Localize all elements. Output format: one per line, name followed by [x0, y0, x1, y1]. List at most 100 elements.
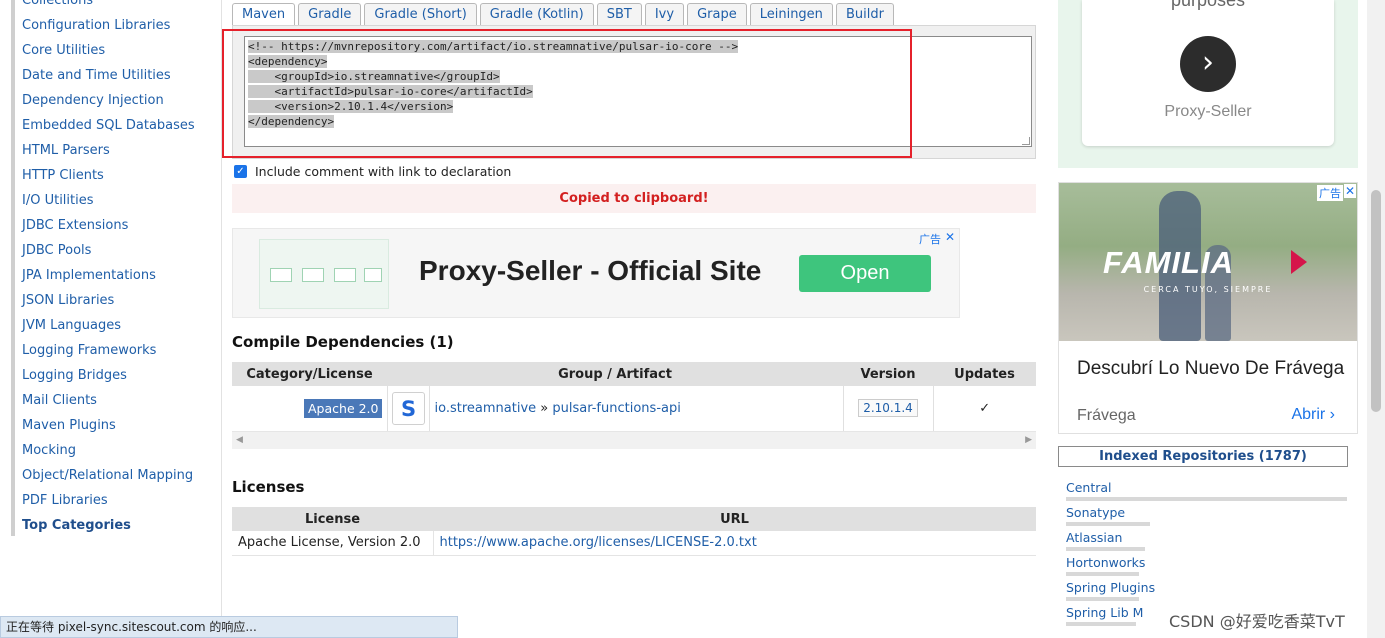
ad-cta-button[interactable]: Abrir ›: [1291, 406, 1335, 424]
sidebar-item-core-utilities[interactable]: Core Utilities: [22, 38, 195, 63]
tab-sbt[interactable]: SBT: [596, 3, 642, 26]
version-link[interactable]: 2.10.1.4: [858, 399, 918, 418]
sidebar-item-logging-frameworks[interactable]: Logging Frameworks: [22, 338, 195, 363]
repo-share-bar: [1066, 522, 1150, 526]
license-name-cell: Apache License, Version 2.0: [232, 531, 434, 556]
repo-share-bar: [1066, 597, 1139, 601]
repo-name[interactable]: Atlassian: [1066, 530, 1122, 545]
ad-title[interactable]: Descubrí Lo Nuevo De Frávega: [1077, 358, 1344, 380]
resize-handle-icon[interactable]: [1022, 137, 1030, 145]
tab-gradle[interactable]: Gradle: [298, 3, 362, 26]
ad-thumb-box: [364, 268, 382, 282]
ad-tagline: CERCA TUYO, SIEMPRE: [1143, 285, 1273, 294]
ad-headline[interactable]: Proxy-Seller - Official Site: [419, 255, 761, 287]
repo-item[interactable]: Sonatype: [1066, 505, 1155, 530]
ad-label[interactable]: 广告: [1317, 185, 1343, 201]
repo-name[interactable]: Spring Lib M: [1066, 605, 1143, 620]
logo-cell: S: [387, 386, 430, 432]
table-horizontal-scrollbar[interactable]: ◀ ▶: [232, 432, 1036, 449]
repo-name[interactable]: Spring Plugins: [1066, 580, 1155, 595]
compile-dependencies-title: Compile Dependencies (1): [232, 333, 454, 351]
streamnative-logo-icon[interactable]: S: [391, 391, 425, 425]
scrollbar-thumb[interactable]: [1371, 190, 1381, 412]
ad-thumbnail: [259, 239, 389, 309]
ad-open-button[interactable]: Open: [799, 255, 931, 292]
sidebar-item-embedded-sql-databases[interactable]: Embedded SQL Databases: [22, 113, 195, 138]
sidebar-item-mocking[interactable]: Mocking: [22, 438, 195, 463]
scroll-right-icon[interactable]: ▶: [1025, 432, 1032, 449]
tab-ivy[interactable]: Ivy: [644, 3, 685, 26]
close-icon[interactable]: ✕: [1344, 184, 1356, 198]
tab-gradle-kotlin[interactable]: Gradle (Kotlin): [479, 3, 594, 26]
sidebar-item-dependency-injection[interactable]: Dependency Injection: [22, 88, 195, 113]
repo-item[interactable]: Spring Plugins: [1066, 580, 1155, 605]
repo-share-bar: [1066, 622, 1136, 626]
sidebar-item-jvm-languages[interactable]: JVM Languages: [22, 313, 195, 338]
tab-gradle-short[interactable]: Gradle (Short): [364, 3, 477, 26]
sidebar-item-http-clients[interactable]: HTTP Clients: [22, 163, 195, 188]
familia-logo: FAMILIA: [1103, 245, 1234, 280]
sidebar-item-html-parsers[interactable]: HTML Parsers: [22, 138, 195, 163]
updates-cell: ✓: [933, 386, 1036, 432]
indexed-repositories-link[interactable]: Indexed Repositories (1787): [1058, 446, 1348, 467]
repository-list: Central Sonatype Atlassian Hortonworks S…: [1066, 480, 1347, 630]
ad-text: purposes: [1170, 0, 1246, 10]
sidebar-item-io-utilities[interactable]: I/O Utilities: [22, 188, 195, 213]
column-header: Category/License: [232, 362, 387, 386]
column-header: License: [232, 507, 433, 531]
repo-item[interactable]: Spring Lib M: [1066, 605, 1155, 630]
include-comment-label[interactable]: Include comment with link to declaration: [255, 164, 511, 179]
sidebar-item-logging-bridges[interactable]: Logging Bridges: [22, 363, 195, 388]
sidebar-item-jdbc-pools[interactable]: JDBC Pools: [22, 238, 195, 263]
repo-item[interactable]: Hortonworks: [1066, 555, 1155, 580]
column-header: URL: [433, 507, 1036, 531]
ad-label[interactable]: 广告: [919, 231, 941, 247]
right-ad-bottom[interactable]: FAMILIA CERCA TUYO, SIEMPRE 广告 ✕ Descubr…: [1058, 182, 1358, 434]
repo-name[interactable]: Central: [1066, 480, 1112, 495]
sidebar-item-collections[interactable]: Collections: [22, 0, 195, 13]
tab-leiningen[interactable]: Leiningen: [749, 3, 833, 26]
license-url-link[interactable]: https://www.apache.org/licenses/LICENSE-…: [440, 535, 757, 550]
compile-dependencies-table: Category/License Group / Artifact Versio…: [232, 362, 1036, 432]
artifact-separator: »: [540, 400, 549, 416]
sidebar-item-json-libraries[interactable]: JSON Libraries: [22, 288, 195, 313]
close-icon[interactable]: ✕: [944, 230, 956, 244]
sidebar-item-date-time-utilities[interactable]: Date and Time Utilities: [22, 63, 195, 88]
repo-item[interactable]: Central: [1066, 480, 1347, 505]
repo-name[interactable]: Hortonworks: [1066, 555, 1145, 570]
scroll-left-icon[interactable]: ◀: [236, 432, 243, 449]
table-row: Apache 2.0 S io.streamnative » pulsar-fu…: [232, 386, 1036, 432]
ad-thumb-box: [334, 268, 356, 282]
build-tool-tabs: Maven Gradle Gradle (Short) Gradle (Kotl…: [232, 3, 897, 26]
chevron-right-icon[interactable]: ›: [1180, 36, 1236, 92]
license-badge[interactable]: Apache 2.0: [304, 398, 383, 418]
artifact-link[interactable]: pulsar-functions-api: [552, 401, 680, 416]
sidebar-item-pdf-libraries[interactable]: PDF Libraries: [22, 488, 195, 513]
category-list: Collections Configuration Libraries Core…: [22, 0, 195, 538]
group-link[interactable]: io.streamnative: [435, 401, 537, 416]
ad-advertiser: Frávega: [1077, 407, 1136, 424]
tab-grape[interactable]: Grape: [687, 3, 747, 26]
sidebar-item-object-relational-mapping[interactable]: Object/Relational Mapping: [22, 463, 195, 488]
sidebar-item-jdbc-extensions[interactable]: JDBC Extensions: [22, 213, 195, 238]
license-cell: Apache 2.0: [232, 386, 388, 432]
ad-banner[interactable]: 广告 ✕ Proxy-Seller - Official Site Open: [232, 228, 960, 318]
sidebar-item-top-categories[interactable]: Top Categories: [22, 513, 195, 538]
sidebar-item-configuration-libraries[interactable]: Configuration Libraries: [22, 13, 195, 38]
include-comment-checkbox[interactable]: ✓: [234, 164, 247, 178]
sidebar-item-maven-plugins[interactable]: Maven Plugins: [22, 413, 195, 438]
sidebar-item-mail-clients[interactable]: Mail Clients: [22, 388, 195, 413]
sidebar-item-jpa-implementations[interactable]: JPA Implementations: [22, 263, 195, 288]
page-scrollbar[interactable]: [1367, 0, 1385, 638]
tab-buildr[interactable]: Buildr: [835, 3, 894, 26]
right-ad-top[interactable]: purposes › Proxy-Seller: [1058, 0, 1358, 168]
ad-brand: Proxy-Seller: [1164, 103, 1252, 120]
version-cell: 2.10.1.4: [843, 386, 934, 432]
repo-item[interactable]: Atlassian: [1066, 530, 1155, 555]
copied-message: Copied to clipboard!: [232, 184, 1036, 213]
ad-thumb-box: [270, 268, 292, 282]
tab-maven[interactable]: Maven: [232, 3, 296, 26]
column-header: Version: [843, 362, 933, 386]
licenses-table: License URL Apache License, Version 2.0 …: [232, 507, 1036, 556]
repo-name[interactable]: Sonatype: [1066, 505, 1125, 520]
